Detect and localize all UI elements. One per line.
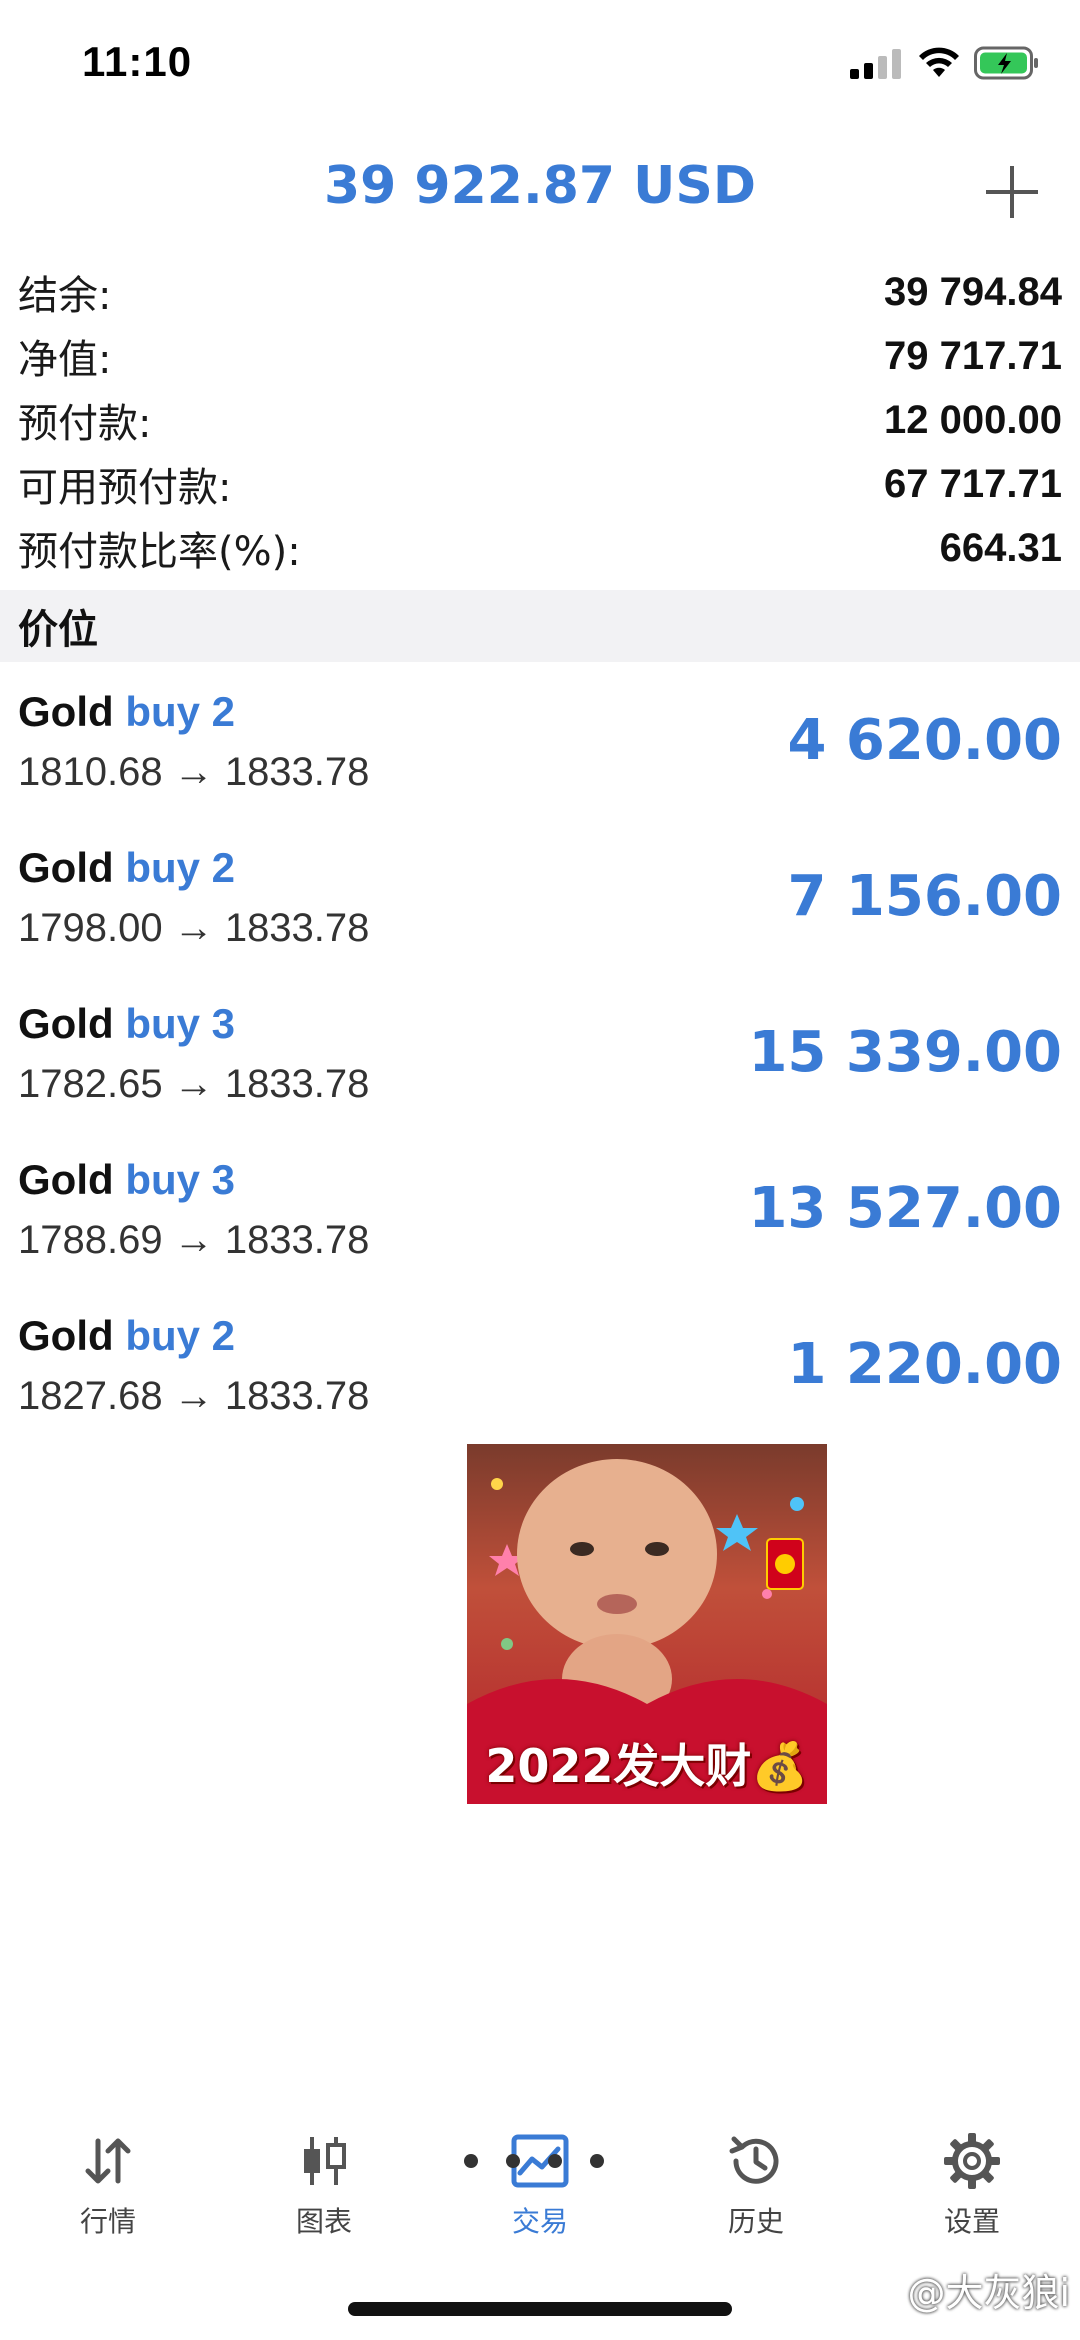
candlestick-chart-icon <box>291 2128 357 2194</box>
watermark: @大灰狼i <box>907 2271 1070 2315</box>
position-prices: 1788.69 → 1833.78 <box>18 1218 370 1262</box>
bottom-tab-bar: 行情 图表 交易 历史 设置 <box>0 2110 1080 2260</box>
position-prices: 1782.65 → 1833.78 <box>18 1062 370 1106</box>
page-dot <box>590 2154 604 2168</box>
status-bar: 11:10 <box>0 0 1080 132</box>
free-margin-label: 可用预付款: <box>18 465 232 511</box>
margin-label: 预付款: <box>18 401 152 447</box>
status-time: 11:10 <box>82 38 193 85</box>
tab-settings[interactable]: 设置 <box>864 2110 1080 2260</box>
position-symbol: Gold <box>18 1312 114 1359</box>
account-header: 39 922.87 USD <box>0 140 1080 240</box>
celebration-sticker-image: 2022发大财💰 <box>467 1444 827 1804</box>
summary-row-margin: 预付款: 12 000.00 <box>0 388 1080 452</box>
position-symbol: Gold <box>18 844 114 891</box>
position-side: buy 3 <box>125 1156 236 1203</box>
tab-settings-label: 设置 <box>943 2205 1000 2238</box>
tab-quotes[interactable]: 行情 <box>0 2110 216 2260</box>
position-row[interactable]: Gold buy 2 1810.68 → 1833.78 4 620.00 <box>0 668 1080 824</box>
tab-charts-label: 图表 <box>295 2205 352 2238</box>
position-profit: 7 156.00 <box>787 864 1062 929</box>
plus-icon <box>986 166 1038 218</box>
page-dot <box>464 2154 478 2168</box>
summary-row-equity: 净值: 79 717.71 <box>0 324 1080 388</box>
quotes-arrows-icon <box>75 2128 141 2194</box>
position-side: buy 2 <box>125 844 236 891</box>
position-row[interactable]: Gold buy 2 1827.68 → 1833.78 1 220.00 <box>0 1292 1080 1448</box>
status-icons <box>850 46 1040 84</box>
page-dot <box>506 2154 520 2168</box>
position-symbol: Gold <box>18 1156 114 1203</box>
margin-level-label: 预付款比率(%): <box>18 529 301 575</box>
free-margin-value: 67 717.71 <box>884 461 1062 506</box>
history-clock-icon <box>723 2128 789 2194</box>
position-side: buy 2 <box>125 1312 236 1359</box>
position-profit: 15 339.00 <box>748 1020 1062 1085</box>
app-screen: 11:10 39 922.87 USD 结余: 39 794.84 净值: 79… <box>0 0 1080 2340</box>
tab-quotes-label: 行情 <box>79 2205 136 2238</box>
add-order-button[interactable] <box>976 156 1048 228</box>
position-row[interactable]: Gold buy 3 1782.65 → 1833.78 15 339.00 <box>0 980 1080 1136</box>
summary-row-free-margin: 可用预付款: 67 717.71 <box>0 452 1080 516</box>
summary-row-balance: 结余: 39 794.84 <box>0 260 1080 324</box>
position-profit: 1 220.00 <box>787 1332 1062 1397</box>
position-symbol: Gold <box>18 1000 114 1047</box>
tab-trade-label: 交易 <box>511 2205 568 2238</box>
tab-history-label: 历史 <box>727 2205 784 2238</box>
position-side: buy 2 <box>125 688 236 735</box>
balance-label: 结余: <box>18 273 112 319</box>
tab-charts[interactable]: 图表 <box>216 2110 432 2260</box>
sticker-caption: 2022发大财💰 <box>485 1739 809 1793</box>
signal-icon <box>850 47 904 83</box>
equity-title: 39 922.87 USD <box>323 156 757 216</box>
gear-icon <box>939 2128 1005 2194</box>
balance-value: 39 794.84 <box>884 269 1062 314</box>
margin-value: 12 000.00 <box>884 397 1062 442</box>
position-row[interactable]: Gold buy 2 1798.00 → 1833.78 7 156.00 <box>0 824 1080 980</box>
position-prices: 1827.68 → 1833.78 <box>18 1374 370 1418</box>
position-symbol: Gold <box>18 688 114 735</box>
position-prices: 1810.68 → 1833.78 <box>18 750 370 794</box>
account-summary: 结余: 39 794.84 净值: 79 717.71 预付款: 12 000.… <box>0 260 1080 580</box>
page-dot <box>548 2154 562 2168</box>
position-row[interactable]: Gold buy 3 1788.69 → 1833.78 13 527.00 <box>0 1136 1080 1292</box>
margin-level-value: 664.31 <box>939 525 1062 570</box>
wifi-icon <box>918 47 960 83</box>
page-indicator-dots <box>464 2154 604 2168</box>
positions-list: Gold buy 2 1810.68 → 1833.78 4 620.00 Go… <box>0 668 1080 1448</box>
position-profit: 13 527.00 <box>748 1176 1062 1241</box>
summary-row-margin-level: 预付款比率(%): 664.31 <box>0 516 1080 580</box>
section-title: 价位 <box>18 607 98 653</box>
positions-section-header: 价位 <box>0 590 1080 662</box>
home-indicator[interactable] <box>348 2302 732 2316</box>
equity-label: 净值: <box>18 337 112 383</box>
equity-value: 79 717.71 <box>884 333 1062 378</box>
battery-charging-icon <box>974 46 1040 84</box>
tab-history[interactable]: 历史 <box>648 2110 864 2260</box>
position-side: buy 3 <box>125 1000 236 1047</box>
position-profit: 4 620.00 <box>787 708 1062 773</box>
position-prices: 1798.00 → 1833.78 <box>18 906 370 950</box>
tab-trade[interactable]: 交易 <box>432 2110 648 2260</box>
